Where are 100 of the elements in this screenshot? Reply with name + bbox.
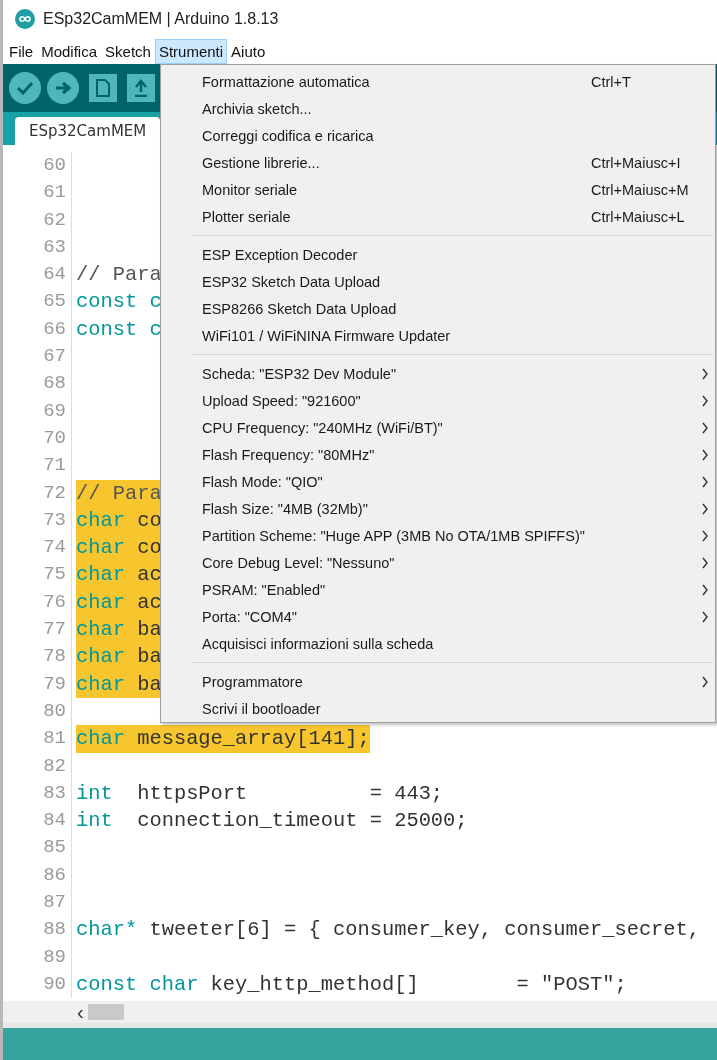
line-number: 84 [42, 808, 66, 834]
line-number: 90 [42, 971, 66, 997]
chevron-icon [701, 675, 709, 688]
menu-bar-item[interactable]: Aiuto [227, 38, 270, 64]
line-number: 68 [42, 371, 66, 397]
menu-item[interactable]: Archivia sketch... [161, 95, 715, 122]
code-line: const c [76, 316, 162, 343]
file-tab[interactable]: ESp32CamMEM [15, 117, 161, 145]
line-number: 78 [42, 644, 66, 670]
menu-item[interactable]: PSRAM: "Enabled" [161, 576, 715, 603]
menu-item-label: ESP8266 Sketch Data Upload [202, 300, 398, 317]
open-button[interactable] [127, 74, 155, 102]
menu-bar-item[interactable]: File [5, 38, 38, 64]
menu-item[interactable]: Partition Scheme: "Huge APP (3MB No OTA/1MB SPIFFS)" [161, 522, 715, 549]
code-line: const char key_http_method[] = "POST"; [76, 971, 627, 998]
checkmark-icon [16, 81, 34, 95]
horizontal-scrollbar[interactable]: ‹ [3, 1001, 717, 1023]
scroll-left-arrow[interactable]: ‹ [77, 1002, 84, 1022]
menu-item-label: Flash Mode: "QIO" [202, 473, 324, 490]
menu-item[interactable]: Gestione librerie... Ctrl+Maiusc+I [161, 149, 715, 176]
menu-item-label: Archivia sketch... [202, 100, 313, 117]
line-number: 67 [42, 344, 66, 370]
line-number: 66 [42, 316, 66, 342]
menu-item-label: Acquisisci informazioni sulla scheda [202, 635, 435, 652]
arrow-right-icon [54, 80, 72, 96]
chevron-icon [701, 583, 709, 596]
code-line: // Para [76, 262, 162, 289]
menu-item-label: Porta: "COM4" [202, 608, 298, 625]
chevron-icon [701, 556, 709, 569]
line-number: 69 [42, 398, 66, 424]
menu-item[interactable]: Core Debug Level: "Nessuno" [161, 549, 715, 576]
menu-item[interactable]: Programmatore [161, 668, 715, 695]
menu-item[interactable]: ESP8266 Sketch Data Upload [161, 295, 715, 322]
menu-item[interactable]: Scrivi il bootloader [161, 695, 715, 722]
menu-item[interactable]: WiFi101 / WiFiNINA Firmware Updater [161, 322, 715, 349]
line-number: 70 [42, 425, 66, 451]
code-line: char* tweeter[6] = { consumer_key, consumer_secret, [76, 917, 701, 944]
line-number: 76 [42, 589, 66, 615]
menu-item[interactable]: ESP32 Sketch Data Upload [161, 268, 715, 295]
line-number: 64 [42, 262, 66, 288]
code-line: int connection_timeout = 25000; [76, 808, 468, 835]
menu-item[interactable]: Acquisisci informazioni sulla scheda [161, 630, 715, 657]
menu-item[interactable]: Plotter seriale Ctrl+Maiusc+L [161, 203, 715, 230]
line-number: 71 [42, 453, 66, 479]
menu-item-label: WiFi101 / WiFiNINA Firmware Updater [202, 327, 452, 344]
line-number: 77 [42, 617, 66, 643]
line-number: 73 [42, 507, 66, 533]
menu-item[interactable]: Flash Mode: "QIO" [161, 468, 715, 495]
menu-item-label: Scrivi il bootloader [202, 700, 322, 717]
code-line: int httpsPort = 443; [76, 780, 444, 807]
menu-item[interactable]: Porta: "COM4" [161, 603, 715, 630]
shortcut-label: Ctrl+Maiusc+I [591, 154, 682, 171]
verify-button[interactable] [9, 72, 41, 104]
line-number: 62 [42, 207, 66, 233]
line-number: 79 [42, 671, 66, 697]
line-number: 61 [42, 180, 66, 206]
line-number: 80 [42, 698, 66, 724]
menu-item-label: Flash Size: "4MB (32Mb)" [202, 500, 369, 517]
menu-bar-item[interactable]: Sketch [101, 38, 155, 64]
menu-item-label: Flash Frequency: "80MHz" [202, 446, 376, 463]
menu-bar-item[interactable]: Strumenti [154, 38, 228, 64]
menu-item-label: Formattazione automatica [202, 73, 371, 90]
menu-bar-item[interactable]: Modifica [37, 38, 102, 64]
menu-item[interactable]: Flash Size: "4MB (32Mb)" [161, 495, 715, 522]
menu-item-label: Core Debug Level: "Nessuno" [202, 554, 396, 571]
line-number: 82 [42, 753, 66, 779]
line-number: 63 [42, 234, 66, 260]
line-number: 85 [42, 835, 66, 861]
line-number: 65 [42, 289, 66, 315]
chevron-icon [701, 610, 709, 623]
upload-button[interactable] [47, 72, 79, 104]
scroll-thumb[interactable] [87, 1004, 124, 1020]
menu-item[interactable]: Monitor seriale Ctrl+Maiusc+M [161, 176, 715, 203]
menu-item-label: CPU Frequency: "240MHz (WiFi/BT)" [202, 419, 444, 436]
menu-item[interactable]: CPU Frequency: "240MHz (WiFi/BT)" [161, 414, 715, 441]
menu-item-label: PSRAM: "Enabled" [202, 581, 327, 598]
code-line: const c [76, 289, 162, 316]
menu-item-label: Programmatore [202, 673, 304, 690]
line-number: 89 [42, 944, 66, 970]
chevron-icon [701, 448, 709, 461]
new-sketch-button[interactable] [89, 74, 117, 102]
menu-item[interactable]: Correggi codifica e ricarica [161, 122, 715, 149]
arrow-up-icon [133, 79, 149, 97]
line-number: 60 [42, 153, 66, 178]
menu-item-label: Correggi codifica e ricarica [202, 127, 375, 144]
line-number: 87 [42, 890, 66, 915]
menu-item[interactable]: Upload Speed: "921600" [161, 387, 715, 414]
chevron-icon [701, 529, 709, 542]
app-logo-icon [15, 9, 35, 29]
menu-item[interactable]: ESP Exception Decoder [161, 241, 715, 268]
line-number: 75 [42, 562, 66, 588]
chevron-icon [701, 421, 709, 434]
shortcut-label: Ctrl+Maiusc+L [591, 208, 686, 225]
menu-item[interactable]: Flash Frequency: "80MHz" [161, 441, 715, 468]
chevron-icon [701, 394, 709, 407]
menu-item[interactable]: Scheda: "ESP32 Dev Module" [161, 360, 715, 387]
line-number: 74 [42, 535, 66, 561]
menu-item[interactable]: Formattazione automatica Ctrl+T [161, 68, 715, 95]
shortcut-label: Ctrl+T [591, 73, 632, 90]
menu-item-label: Monitor seriale [202, 181, 299, 198]
